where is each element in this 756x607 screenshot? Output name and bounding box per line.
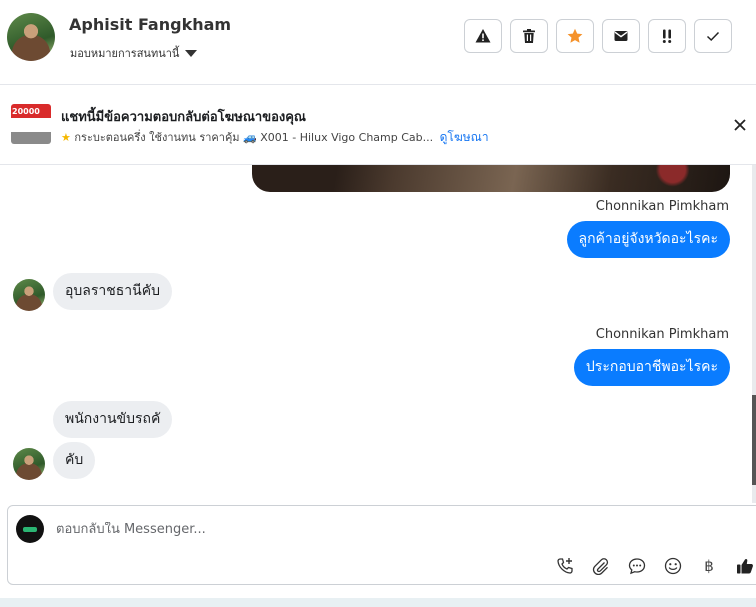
- contact-avatar[interactable]: [7, 13, 55, 61]
- ad-thumbnail[interactable]: 20000: [11, 104, 51, 144]
- image-message[interactable]: [252, 165, 730, 192]
- attach-icon: [592, 558, 609, 575]
- reply-composer: ฿: [7, 505, 756, 585]
- ad-banner-title: แชทนี้มีข้อความตอบกลับต่อโฆษณาของคุณ: [61, 110, 306, 125]
- trash-icon: [523, 29, 535, 43]
- attach-button[interactable]: [590, 556, 612, 576]
- saved-replies-icon: [628, 558, 646, 575]
- warning-icon: [475, 29, 491, 43]
- reply-input[interactable]: [56, 522, 656, 537]
- page-avatar: [16, 515, 44, 543]
- contact-avatar-small: [13, 448, 45, 480]
- done-button[interactable]: [694, 19, 732, 53]
- incoming-message[interactable]: คับ: [53, 442, 96, 479]
- caret-down-icon: [185, 50, 198, 57]
- incoming-message[interactable]: อุบลราชธานีคับ: [53, 273, 172, 310]
- contact-name[interactable]: Aphisit Fangkham: [69, 15, 231, 34]
- like-button[interactable]: [734, 556, 756, 576]
- like-icon: [737, 558, 753, 574]
- ad-reply-banner: 20000 แชทนี้มีข้อความตอบกลับต่อโฆษณาของค…: [0, 85, 756, 165]
- sender-name: Chonnikan Pimkham: [595, 327, 729, 342]
- ad-banner-subtitle: ★ กระบะตอนครึ่ง ใช้งานทน ราคาคุ้ม 🚙 X001…: [61, 128, 489, 147]
- star-icon: ★: [61, 131, 71, 144]
- message-thread[interactable]: Chonnikan Pimkham ลูกค้าอยู่จังหวัดอะไรค…: [0, 165, 752, 503]
- view-ad-link[interactable]: ดูโฆษณา: [440, 130, 489, 144]
- outgoing-message[interactable]: ประกอบอาชีพอะไรคะ: [573, 349, 730, 386]
- scrollbar-thumb[interactable]: [752, 395, 756, 485]
- follow-up-button[interactable]: [648, 19, 686, 53]
- baht-icon: ฿: [704, 557, 714, 575]
- conversation-actions: [464, 19, 732, 53]
- ad-thumbnail-price: 20000: [12, 107, 40, 116]
- report-button[interactable]: [464, 19, 502, 53]
- contact-avatar-small: [13, 279, 45, 311]
- sender-name: Chonnikan Pimkham: [595, 199, 729, 214]
- mark-unread-button[interactable]: [602, 19, 640, 53]
- outgoing-message[interactable]: ลูกค้าอยู่จังหวัดอะไรคะ: [566, 221, 730, 258]
- conversation-header: Aphisit Fangkham มอบหมายการสนทนานี้: [0, 0, 756, 85]
- payment-button[interactable]: ฿: [698, 556, 720, 576]
- envelope-icon: [614, 31, 628, 41]
- star-button[interactable]: [556, 19, 594, 53]
- check-icon: [706, 31, 720, 42]
- close-icon[interactable]: [731, 116, 749, 134]
- ad-description: กระบะตอนครึ่ง ใช้งานทน ราคาคุ้ม 🚙 X001 -…: [74, 131, 434, 144]
- call-add-button[interactable]: [554, 556, 576, 576]
- incoming-message[interactable]: พนักงานขับรถคั: [53, 401, 173, 438]
- saved-replies-button[interactable]: [626, 556, 648, 576]
- delete-button[interactable]: [510, 19, 548, 53]
- call-add-icon: [557, 558, 573, 574]
- emoji-button[interactable]: [662, 556, 684, 576]
- star-icon: [567, 28, 583, 43]
- assign-conversation-dropdown[interactable]: มอบหมายการสนทนานี้: [70, 44, 198, 62]
- page-bottom-strip: [0, 598, 756, 607]
- emoji-icon: [664, 557, 682, 575]
- exclamation-icon: [662, 29, 672, 43]
- composer-toolbar: ฿: [554, 556, 756, 576]
- assign-label: มอบหมายการสนทนานี้: [70, 47, 180, 60]
